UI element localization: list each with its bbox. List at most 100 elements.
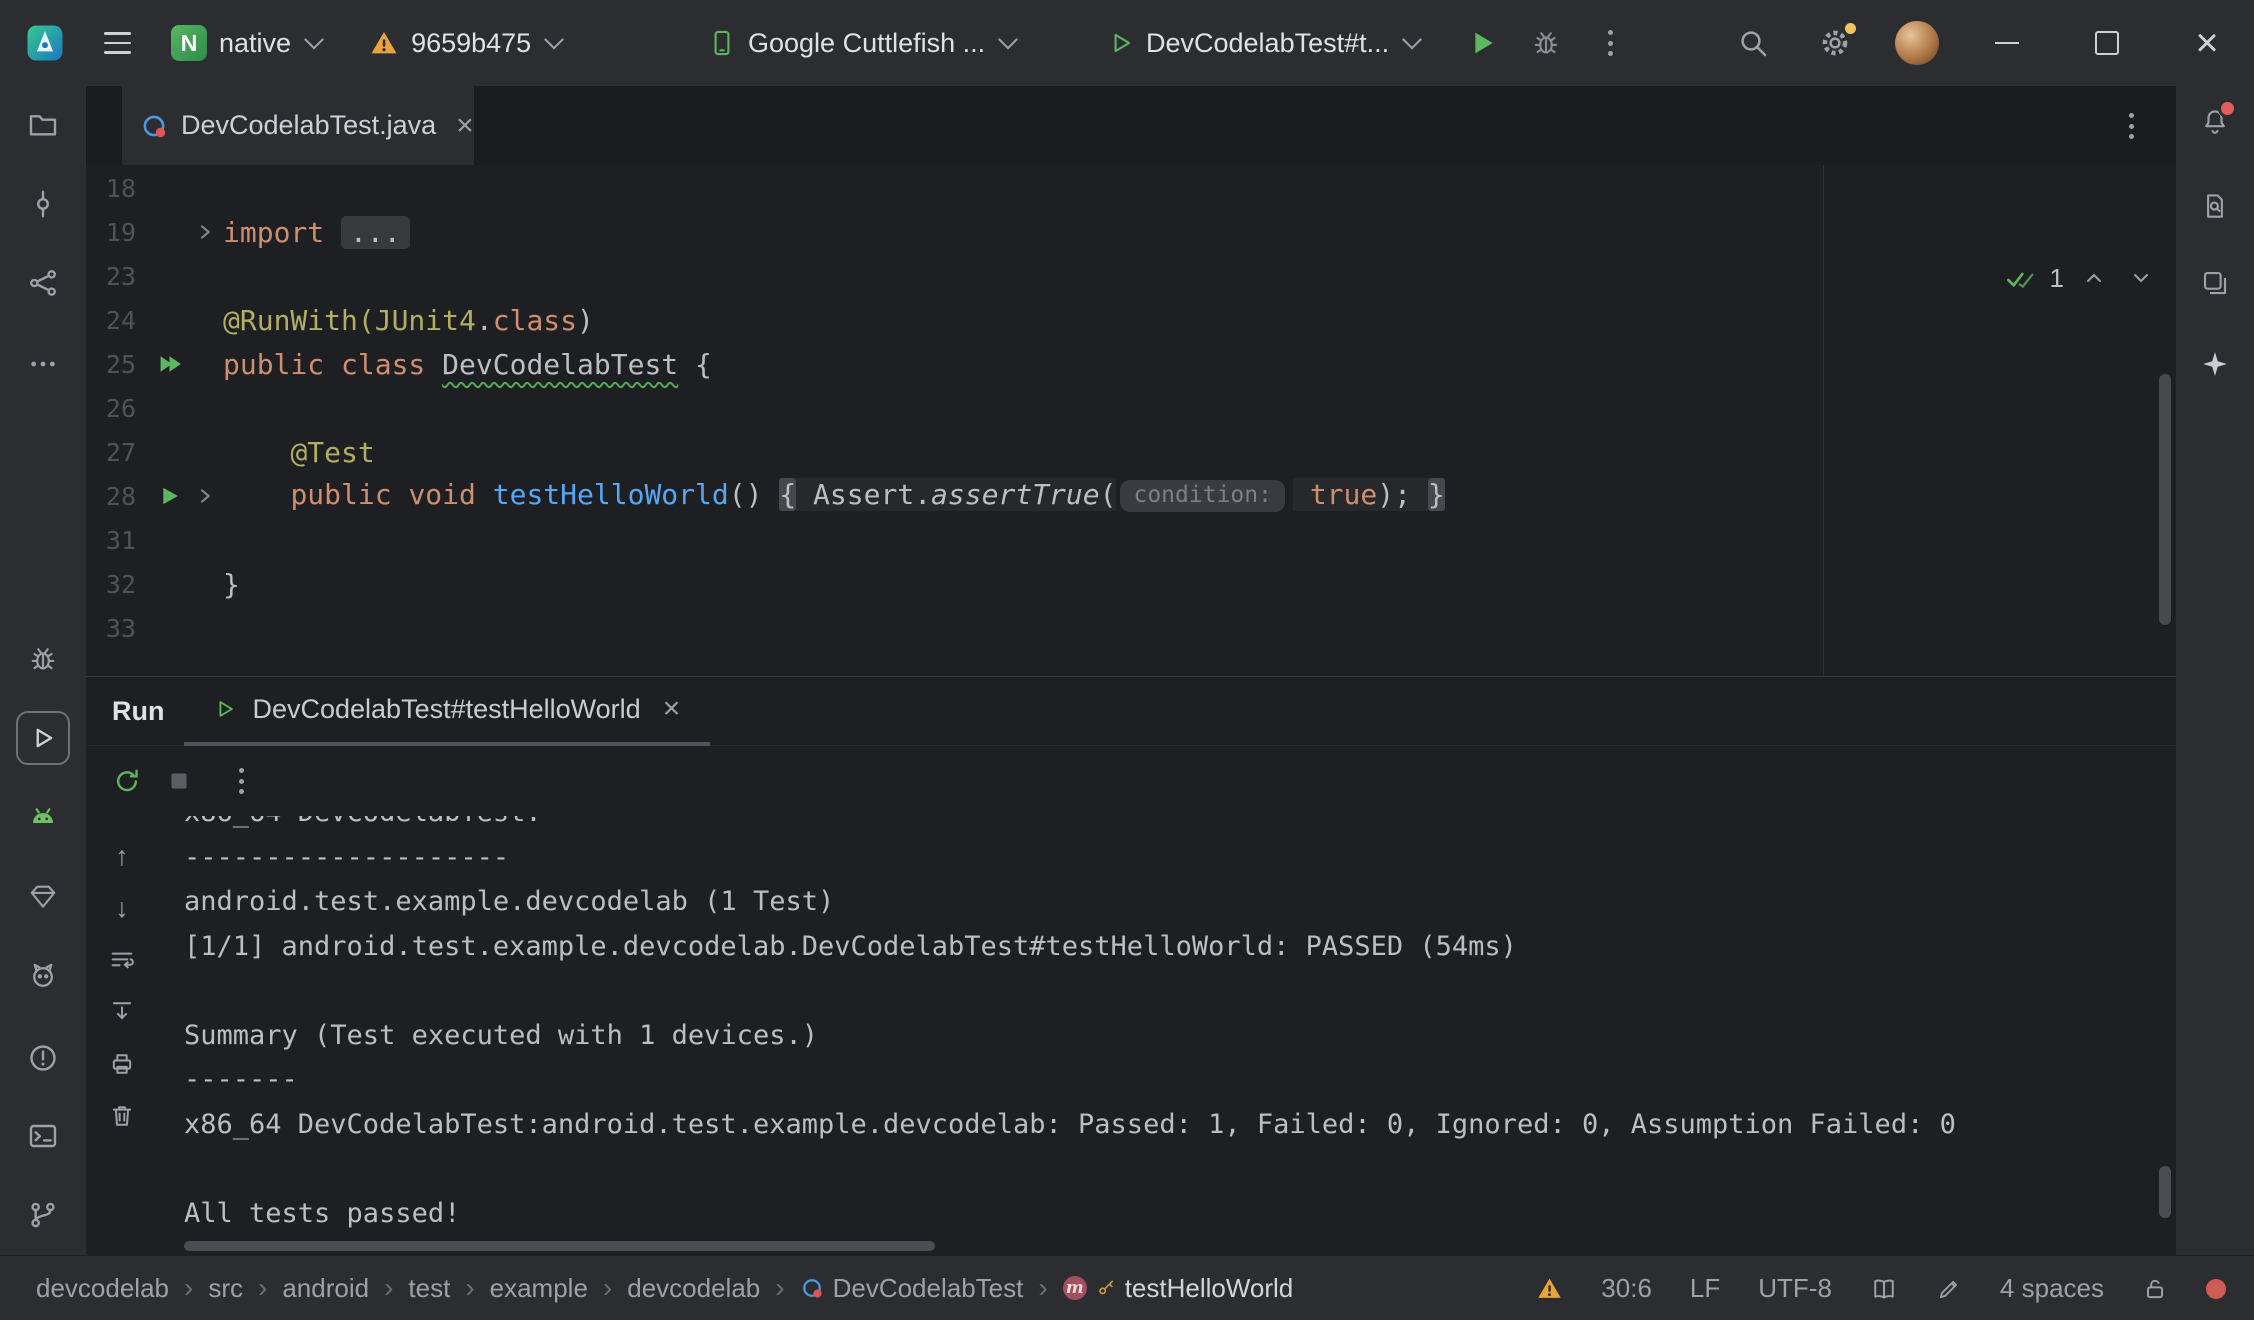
tests-passed-check-icon (2005, 262, 2037, 294)
breadcrumb-separator-icon: › (465, 1272, 474, 1304)
up-stack-trace-button[interactable]: ↑ (108, 843, 136, 869)
minimize-button[interactable] (1984, 20, 2030, 66)
line-separator-widget[interactable]: LF (1690, 1273, 1720, 1304)
maximize-button[interactable] (2084, 20, 2130, 66)
debug-button[interactable] (1523, 20, 1569, 66)
console-area[interactable]: x86_64 DevCodelabTest: -----------------… (184, 816, 2090, 1240)
breadcrumb-item[interactable]: devcodelab (36, 1273, 169, 1304)
print-button[interactable] (108, 1051, 136, 1077)
soft-wrap-button[interactable] (108, 947, 136, 973)
console-vscrollbar[interactable] (2159, 1166, 2171, 1218)
run-tab[interactable]: DevCodelabTest#testHelloWorld × (184, 677, 710, 746)
token: { (678, 348, 712, 381)
fold-chevron-icon[interactable] (195, 486, 215, 506)
terminal-tool-button[interactable] (16, 1109, 70, 1163)
token: { (779, 478, 796, 511)
write-access-button[interactable] (2142, 1276, 2168, 1302)
more-actions-button[interactable] (1587, 20, 1633, 66)
device-selector[interactable]: Google Cuttlefish ... (698, 15, 1027, 71)
token: ) (577, 304, 594, 337)
reader-mode-button[interactable] (1870, 1275, 1898, 1303)
close-icon: × (2195, 23, 2218, 63)
project-selector[interactable]: N native (161, 15, 333, 71)
notifications-button[interactable] (2188, 95, 2242, 149)
token (324, 216, 341, 249)
close-tab-icon[interactable]: × (663, 694, 681, 724)
next-highlight-button[interactable] (2124, 261, 2158, 295)
android-icon (27, 801, 59, 833)
run-button[interactable] (1459, 20, 1505, 66)
gutter (150, 386, 223, 430)
structure-tool-button[interactable] (16, 256, 70, 310)
trash-icon (108, 1102, 136, 1130)
vcs-widget[interactable]: 9659b475 (359, 15, 573, 71)
more-tool-windows-button[interactable] (16, 337, 70, 391)
down-stack-trace-button[interactable]: ↓ (108, 895, 136, 921)
logcat-tool-button[interactable] (16, 948, 70, 1002)
exclamation-circle-icon (27, 1042, 59, 1074)
app-quality-insights-tool-button[interactable] (16, 869, 70, 923)
commit-tool-button[interactable] (16, 177, 70, 231)
analysis-warning-widget[interactable] (1536, 1275, 1563, 1302)
debug-tool-button[interactable] (16, 632, 70, 686)
breadcrumb-item[interactable]: devcodelab (627, 1273, 760, 1304)
scroll-to-end-button[interactable] (108, 999, 136, 1025)
console-hscrollbar[interactable] (184, 1241, 935, 1251)
breadcrumb-item[interactable]: test (408, 1273, 450, 1304)
code-editor[interactable]: 1819import ...2324@RunWith(JUnit4.class)… (86, 165, 2176, 676)
code-line: 19import ... (86, 210, 2176, 254)
inspections-widget[interactable]: 1 (2005, 261, 2158, 295)
console-output: x86_64 DevCodelabTest: -----------------… (184, 816, 2090, 1236)
editor-options-button[interactable] (2108, 103, 2154, 149)
run-test-gutter-icon[interactable] (156, 483, 182, 509)
bug-icon (1531, 28, 1561, 58)
editor-zone: DevCodelabTest.java × 1819import ...2324… (86, 86, 2176, 1255)
project-name: native (219, 28, 291, 59)
main-menu-button[interactable] (66, 32, 147, 54)
java-test-class-icon (140, 112, 168, 140)
line-number: 32 (86, 570, 150, 599)
search-everywhere-button[interactable] (1730, 20, 1776, 66)
rerun-button[interactable] (110, 764, 144, 798)
breadcrumb-item[interactable]: android (282, 1273, 369, 1304)
running-devices-tool-button[interactable] (2188, 256, 2242, 310)
key-icon (1096, 1278, 1116, 1298)
breadcrumb-item[interactable]: mtestHelloWorld (1063, 1273, 1294, 1304)
indent-widget[interactable]: 4 spaces (2000, 1273, 2104, 1304)
project-tool-button[interactable] (16, 98, 70, 152)
gutter (150, 298, 223, 342)
close-tab-icon[interactable]: × (456, 111, 474, 141)
notification-dot (2218, 99, 2237, 118)
status-bar: devcodelab›src›android›test›example›devc… (0, 1255, 2254, 1320)
version-control-tool-button[interactable] (16, 1188, 70, 1242)
breadcrumb-item[interactable]: src (208, 1273, 243, 1304)
token: public class (223, 348, 442, 381)
device-manager-tool-button[interactable] (16, 790, 70, 844)
run-more-options-button[interactable] (224, 764, 258, 798)
run-tool-button[interactable] (16, 711, 70, 765)
clear-console-button[interactable] (108, 1103, 136, 1129)
code-text: @Test (223, 436, 375, 469)
ai-assistant-button[interactable] (1936, 1276, 1962, 1302)
breadcrumb-item[interactable]: example (490, 1273, 588, 1304)
memory-indicator-dot[interactable] (2206, 1279, 2226, 1299)
encoding-widget[interactable]: UTF-8 (1758, 1273, 1832, 1304)
caret-position-widget[interactable]: 30:6 (1601, 1273, 1652, 1304)
close-window-button[interactable]: × (2184, 20, 2230, 66)
run-config-selector[interactable]: DevCodelabTest#t... (1098, 15, 1431, 71)
editor-scrollbar[interactable] (2159, 374, 2171, 625)
device-explorer-tool-button[interactable] (2188, 179, 2242, 233)
git-branch-icon (27, 1199, 59, 1231)
fold-chevron-icon[interactable] (195, 222, 215, 242)
problems-tool-button[interactable] (16, 1031, 70, 1085)
token (1293, 478, 1310, 511)
tab-devcodelabtest-java[interactable]: DevCodelabTest.java × (122, 86, 474, 165)
gemini-tool-button[interactable] (2188, 337, 2242, 391)
stop-button[interactable] (162, 764, 196, 798)
account-button[interactable] (1894, 20, 1940, 66)
run-class-gutter-icon[interactable] (156, 351, 182, 377)
previous-highlight-button[interactable] (2077, 261, 2111, 295)
settings-button[interactable] (1812, 20, 1858, 66)
breadcrumb-item[interactable]: DevCodelabTest (800, 1273, 1024, 1304)
commit-icon (27, 188, 59, 220)
